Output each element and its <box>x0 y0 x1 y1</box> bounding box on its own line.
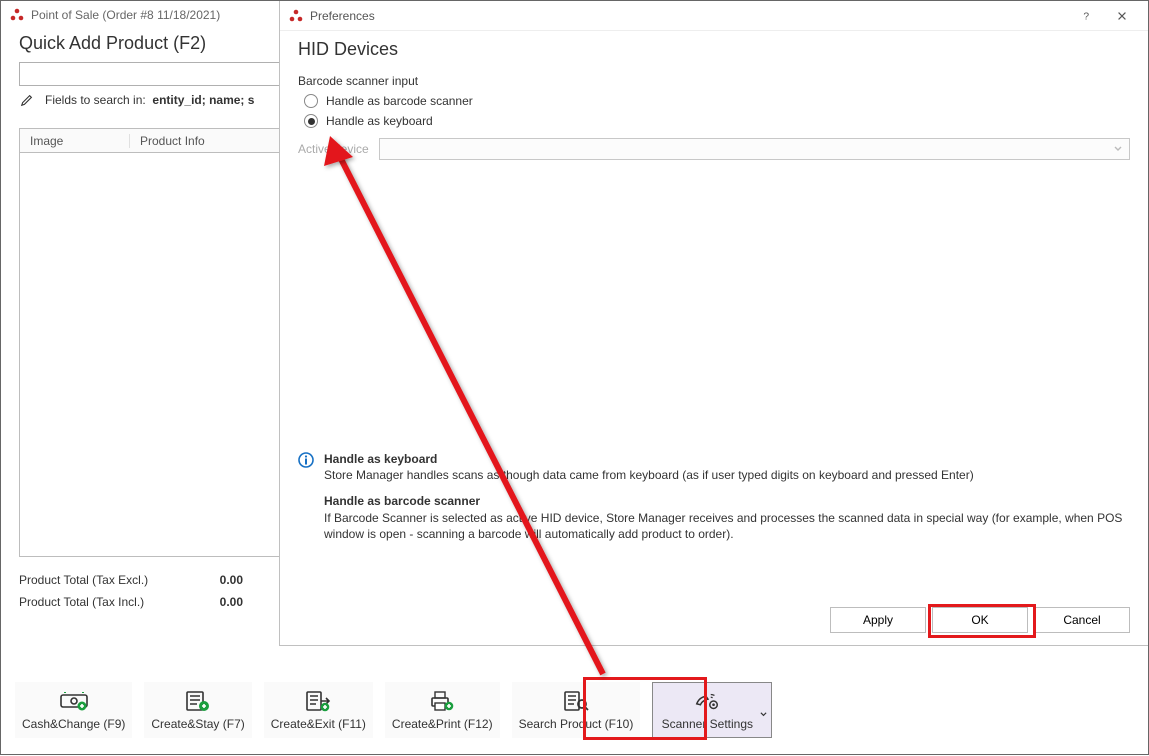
barcode-input-group-label: Barcode scanner input <box>298 74 1130 88</box>
pencil-icon[interactable] <box>19 92 35 108</box>
prefs-button-bar: Apply OK Cancel <box>830 607 1130 633</box>
app-icon <box>288 8 304 24</box>
preferences-dialog: Preferences ? HID Devices Barcode scanne… <box>279 1 1148 646</box>
create-exit-icon <box>304 689 332 713</box>
svg-text:?: ? <box>1083 11 1089 22</box>
create-stay-label: Create&Stay (F7) <box>151 717 244 731</box>
active-device-label: Active device <box>298 142 369 156</box>
apply-button[interactable]: Apply <box>830 607 926 633</box>
pos-toolbar: Cash&Change (F9) Create&Stay (F7) Create… <box>15 678 1134 742</box>
chevron-down-icon <box>1113 143 1123 157</box>
total-excl-label: Product Total (Tax Excl.) <box>19 573 148 587</box>
total-incl-label: Product Total (Tax Incl.) <box>19 595 144 609</box>
create-exit-label: Create&Exit (F11) <box>271 717 366 731</box>
radio-handle-as-scanner[interactable]: Handle as barcode scanner <box>298 94 1130 108</box>
totals: Product Total (Tax Excl.) 0.00 Product T… <box>1 557 261 621</box>
radio-handle-as-keyboard[interactable]: Handle as keyboard <box>298 114 1130 128</box>
info-sc-title: Handle as barcode scanner <box>324 494 480 508</box>
search-fields-value: entity_id; name; s <box>152 93 254 107</box>
scanner-icon <box>693 689 721 713</box>
cash-icon <box>60 689 88 713</box>
app-icon <box>9 7 25 23</box>
ok-button[interactable]: OK <box>932 607 1028 633</box>
radio-keyboard-label: Handle as keyboard <box>326 114 433 128</box>
prefs-heading: HID Devices <box>298 39 1130 60</box>
radio-icon[interactable] <box>304 94 318 108</box>
total-excl-value: 0.00 <box>220 573 243 587</box>
active-device-row: Active device <box>298 138 1130 160</box>
radio-scanner-label: Handle as barcode scanner <box>326 94 473 108</box>
create-stay-button[interactable]: Create&Stay (F7) <box>144 682 251 738</box>
scanner-settings-button[interactable]: Scanner Settings <box>652 682 772 738</box>
create-exit-button[interactable]: Create&Exit (F11) <box>264 682 373 738</box>
info-block: Handle as keyboard Store Manager handles… <box>298 451 1130 552</box>
scanner-settings-label: Scanner Settings <box>662 717 753 731</box>
pos-title: Point of Sale (Order #8 11/18/2021) <box>31 8 220 22</box>
dropdown-arrow-icon[interactable] <box>760 707 766 713</box>
info-kb-text: Store Manager handles scans as though da… <box>324 468 974 482</box>
prefs-title: Preferences <box>310 9 1068 23</box>
cash-change-label: Cash&Change (F9) <box>22 717 125 731</box>
search-product-button[interactable]: Search Product (F10) <box>512 682 641 738</box>
help-button[interactable]: ? <box>1068 3 1104 29</box>
info-icon <box>298 452 314 468</box>
total-incl-value: 0.00 <box>220 595 243 609</box>
create-stay-icon <box>184 689 212 713</box>
create-print-icon <box>428 689 456 713</box>
cash-change-button[interactable]: Cash&Change (F9) <box>15 682 132 738</box>
prefs-titlebar: Preferences ? <box>280 1 1148 31</box>
search-product-label: Search Product (F10) <box>519 717 634 731</box>
col-image[interactable]: Image <box>20 134 130 148</box>
create-print-label: Create&Print (F12) <box>392 717 493 731</box>
close-button[interactable] <box>1104 3 1140 29</box>
create-print-button[interactable]: Create&Print (F12) <box>385 682 500 738</box>
active-device-select[interactable] <box>379 138 1130 160</box>
info-kb-title: Handle as keyboard <box>324 452 437 466</box>
prefs-body: HID Devices Barcode scanner input Handle… <box>280 31 1148 645</box>
search-fields-label: Fields to search in: <box>45 93 146 107</box>
radio-icon[interactable] <box>304 114 318 128</box>
search-product-icon <box>562 689 590 713</box>
info-sc-text: If Barcode Scanner is selected as active… <box>324 511 1122 541</box>
cancel-button[interactable]: Cancel <box>1034 607 1130 633</box>
